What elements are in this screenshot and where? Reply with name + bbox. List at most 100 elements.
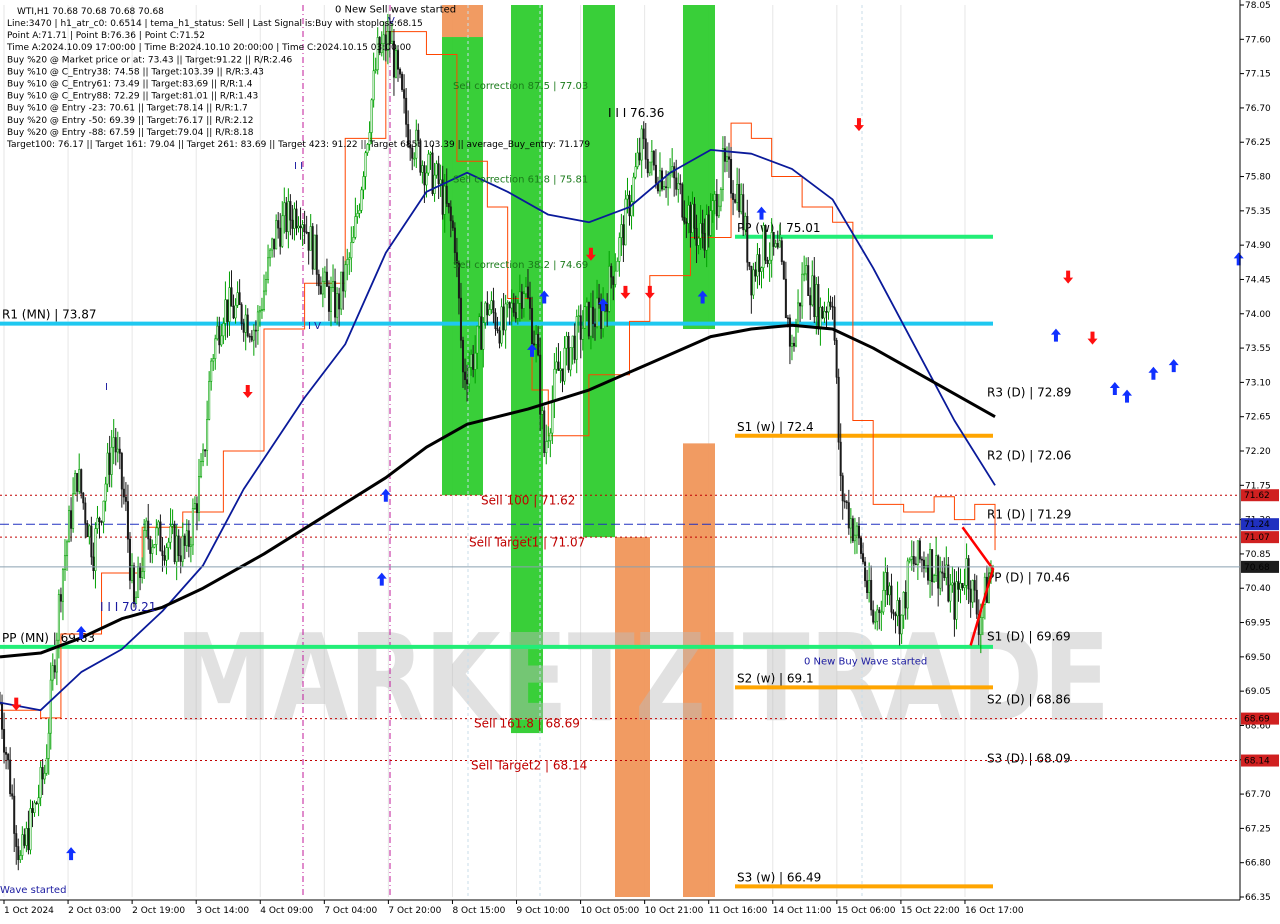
candle-body [679,183,682,185]
candle-body [281,215,284,247]
candle-body [362,176,365,191]
candle-body [250,336,253,341]
candle-body [112,437,115,448]
chart-annotation: I V [308,321,321,332]
price-tick-label: 69.50 [1245,653,1271,663]
candle-body [640,128,643,161]
candle-body [169,525,172,543]
candle-body [768,259,771,264]
candle-body [608,265,611,312]
candle-body [518,291,521,304]
candle-body [258,310,261,313]
candle-body [187,530,190,547]
candle-body [766,259,769,264]
daily-level-label: PP (D) | 70.46 [987,571,1070,585]
chart-annotation: I [105,382,108,393]
candle-body [744,215,747,231]
price-tick-label: 76.70 [1245,104,1271,114]
candle-body [857,525,860,539]
candle-body [394,50,397,78]
candle-body [61,569,64,602]
candle-body [53,665,56,673]
candle-body [451,220,454,229]
candle-body [63,555,66,571]
candle-body [805,265,808,275]
candle-body [163,555,166,561]
candle-body [851,518,854,542]
candle-body [973,580,976,591]
chart-annotation: I I I 76.36 [608,106,664,120]
candle-body [486,302,489,316]
candle-body [695,227,698,246]
candle-body [902,592,905,616]
price-tick-label: 70.40 [1245,584,1271,594]
chart-annotation: 0 New Buy Wave started [804,656,927,667]
candle-body [325,271,328,287]
candle-body [90,525,93,558]
candle-body [126,501,129,540]
info-line: Buy %20 @ Entry -88: 67.59 || Target:79.… [7,128,254,138]
candle-body [141,571,144,578]
candle-body [732,193,735,200]
candle-body [470,354,473,368]
candle-body [685,221,688,224]
candle-body [236,292,239,306]
candle-body [197,476,201,514]
chart-annotation: Wave started [0,885,66,896]
candle-body [849,518,852,529]
chart-area[interactable]: MARKETZITRADE R1 (MN) | 73.87 PP (MN) | 6… [0,0,1280,920]
candle-body [650,151,653,163]
candle-body [216,325,219,340]
candle-body [224,299,227,324]
candle-body [831,305,834,308]
candle-body [405,97,408,125]
candle-body [360,189,363,211]
price-tag-label: 68.69 [1244,715,1270,725]
candle-body [701,223,704,234]
candle-body [624,198,627,246]
candle-body [736,184,739,203]
candle-body [41,767,44,780]
candle-body [892,611,895,615]
candle-body [825,311,828,313]
candle-body [638,152,641,161]
candle-body [397,50,400,70]
candle-body [528,297,532,309]
candle-body [882,590,885,613]
candle-body [307,232,310,251]
candle-body [719,189,722,207]
candle-body [260,309,263,311]
candle-body [354,216,357,238]
candle-body [920,558,923,561]
candle-body [118,448,121,454]
price-chart[interactable]: MARKETZITRADE R1 (MN) | 73.87PP (MN) | 6… [0,0,1280,920]
candle-body [443,185,446,215]
chart-annotation: Sell correction 61.8 | 75.81 [453,175,588,186]
candle-body [98,517,101,522]
candle-body [577,315,580,318]
candle-body [593,323,596,327]
candle-body [780,240,783,262]
candle-body [551,400,554,434]
candle-body [305,231,308,234]
candle-body [711,200,714,211]
candle-body [185,530,188,546]
candle-body [929,549,932,581]
level-label: R1 (MN) | 73.87 [2,308,97,322]
candle-body [128,538,131,581]
candle-body [388,30,391,44]
candle-body [935,555,938,576]
candle-body [535,334,538,345]
price-tick-label: 73.10 [1245,378,1271,388]
candle-body [313,234,316,270]
candle-body [845,501,848,504]
candle-body [7,754,10,761]
candle-body [673,166,676,179]
candle-body [289,201,292,221]
candle-body [327,286,330,312]
candle-body [421,165,424,173]
candle-body [567,335,570,371]
candle-body [106,452,109,485]
candle-body [374,69,377,72]
candle-body [165,547,168,561]
